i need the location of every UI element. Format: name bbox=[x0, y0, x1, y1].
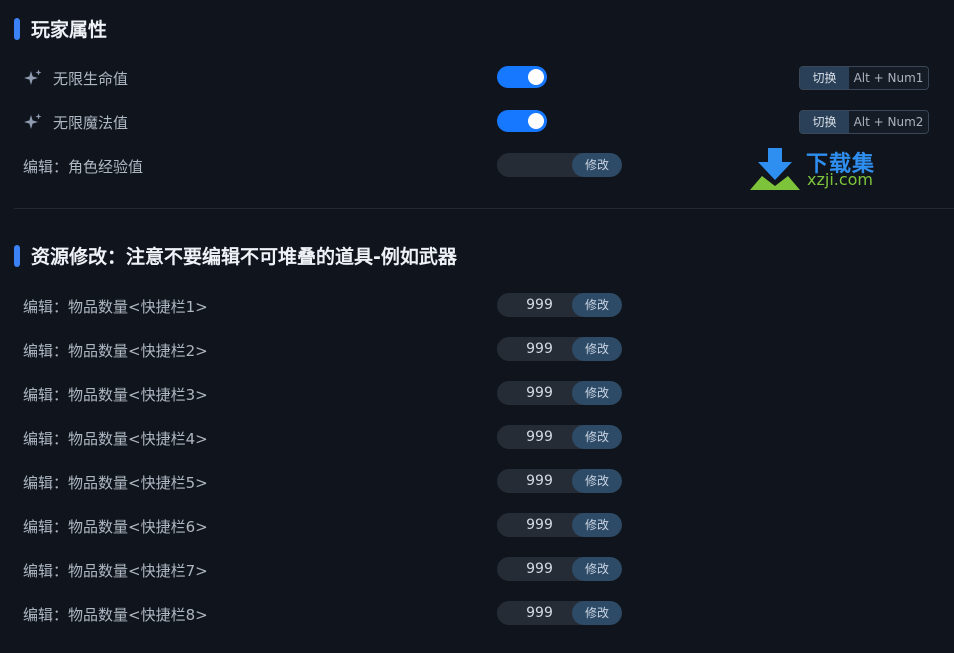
infinite-mp-toggle[interactable] bbox=[497, 110, 547, 132]
hotkey-toggle-button[interactable]: 切换 bbox=[800, 67, 849, 89]
watermark: 下载集 xzji.com bbox=[748, 146, 898, 192]
hotkey-combo: Alt + Num2 bbox=[849, 111, 928, 133]
row-hotbar-7: 编辑：物品数量<快捷栏7> 999 修改 bbox=[0, 556, 954, 584]
row-infinite-hp: 无限生命值 切换 Alt + Num1 bbox=[0, 64, 954, 92]
exp-editor: 修改 bbox=[497, 153, 622, 177]
row-infinite-mp: 无限魔法值 切换 Alt + Num2 bbox=[0, 108, 954, 136]
infinite-mp-hotkey: 切换 Alt + Num2 bbox=[799, 110, 929, 134]
hotbar-8-editor: 999 修改 bbox=[497, 601, 622, 625]
feature-label-text: 无限生命值 bbox=[53, 69, 129, 88]
hotbar-4-value-input[interactable]: 999 bbox=[497, 425, 572, 449]
hotbar-7-modify-button[interactable]: 修改 bbox=[572, 557, 622, 581]
hotbar-2-modify-button[interactable]: 修改 bbox=[572, 337, 622, 361]
hotbar-3-value-input[interactable]: 999 bbox=[497, 381, 572, 405]
row-hotbar-8: 编辑：物品数量<快捷栏8> 999 修改 bbox=[0, 600, 954, 628]
hotbar-2-value-input[interactable]: 999 bbox=[497, 337, 572, 361]
section-title-player: 玩家属性 bbox=[14, 15, 107, 42]
section-accent-bar bbox=[14, 17, 20, 40]
feature-label: 编辑：物品数量<快捷栏2> bbox=[23, 341, 208, 360]
row-hotbar-3: 编辑：物品数量<快捷栏3> 999 修改 bbox=[0, 380, 954, 408]
hotbar-3-editor: 999 修改 bbox=[497, 381, 622, 405]
hotbar-8-value-input[interactable]: 999 bbox=[497, 601, 572, 625]
hotbar-6-modify-button[interactable]: 修改 bbox=[572, 513, 622, 537]
hotbar-1-editor: 999 修改 bbox=[497, 293, 622, 317]
feature-label: 无限魔法值 bbox=[23, 108, 128, 136]
section-title-text: 资源修改：注意不要编辑不可堆叠的道具-例如武器 bbox=[31, 246, 457, 268]
download-arrow-logo-icon bbox=[750, 148, 800, 190]
hotbar-5-editor: 999 修改 bbox=[497, 469, 622, 493]
feature-label: 无限生命值 bbox=[23, 64, 128, 92]
hotbar-5-modify-button[interactable]: 修改 bbox=[572, 469, 622, 493]
hotkey-combo: Alt + Num1 bbox=[849, 67, 928, 89]
feature-label: 编辑：物品数量<快捷栏4> bbox=[23, 429, 208, 448]
hotbar-2-editor: 999 修改 bbox=[497, 337, 622, 361]
hotbar-8-modify-button[interactable]: 修改 bbox=[572, 601, 622, 625]
hotbar-6-editor: 999 修改 bbox=[497, 513, 622, 537]
hotbar-4-editor: 999 修改 bbox=[497, 425, 622, 449]
hotbar-3-modify-button[interactable]: 修改 bbox=[572, 381, 622, 405]
hotbar-5-value-input[interactable]: 999 bbox=[497, 469, 572, 493]
feature-label: 编辑：物品数量<快捷栏5> bbox=[23, 473, 208, 492]
toggle-knob bbox=[528, 69, 544, 85]
section-divider bbox=[14, 208, 954, 209]
row-hotbar-5: 编辑：物品数量<快捷栏5> 999 修改 bbox=[0, 468, 954, 496]
section-accent-bar bbox=[14, 244, 20, 267]
row-hotbar-6: 编辑：物品数量<快捷栏6> 999 修改 bbox=[0, 512, 954, 540]
hotbar-1-modify-button[interactable]: 修改 bbox=[572, 293, 622, 317]
feature-label: 编辑：物品数量<快捷栏6> bbox=[23, 517, 208, 536]
exp-value-input[interactable] bbox=[497, 153, 572, 177]
sparkle-icon bbox=[23, 68, 43, 88]
toggle-knob bbox=[528, 113, 544, 129]
row-hotbar-1: 编辑：物品数量<快捷栏1> 999 修改 bbox=[0, 292, 954, 320]
exp-modify-button[interactable]: 修改 bbox=[572, 153, 622, 177]
infinite-hp-hotkey: 切换 Alt + Num1 bbox=[799, 66, 929, 90]
hotbar-4-modify-button[interactable]: 修改 bbox=[572, 425, 622, 449]
feature-label: 编辑：物品数量<快捷栏3> bbox=[23, 385, 208, 404]
hotbar-7-editor: 999 修改 bbox=[497, 557, 622, 581]
hotkey-toggle-button[interactable]: 切换 bbox=[800, 111, 849, 133]
feature-label-text: 无限魔法值 bbox=[53, 113, 129, 132]
row-hotbar-2: 编辑：物品数量<快捷栏2> 999 修改 bbox=[0, 336, 954, 364]
feature-label: 编辑：物品数量<快捷栏1> bbox=[23, 297, 208, 316]
sparkle-icon bbox=[23, 112, 43, 132]
hotbar-6-value-input[interactable]: 999 bbox=[497, 513, 572, 537]
row-hotbar-4: 编辑：物品数量<快捷栏4> 999 修改 bbox=[0, 424, 954, 452]
hotbar-7-value-input[interactable]: 999 bbox=[497, 557, 572, 581]
hotbar-1-value-input[interactable]: 999 bbox=[497, 293, 572, 317]
feature-label: 编辑：角色经验值 bbox=[23, 157, 144, 176]
watermark-en-text: xzji.com bbox=[807, 170, 874, 189]
trainer-panel: 玩家属性 无限生命值 切换 Alt + Num1 无限魔法值 切换 Alt + … bbox=[0, 0, 954, 653]
section-title-text: 玩家属性 bbox=[31, 19, 108, 41]
feature-label: 编辑：物品数量<快捷栏7> bbox=[23, 561, 208, 580]
infinite-hp-toggle[interactable] bbox=[497, 66, 547, 88]
section-title-resources: 资源修改：注意不要编辑不可堆叠的道具-例如武器 bbox=[14, 242, 457, 269]
feature-label: 编辑：物品数量<快捷栏8> bbox=[23, 605, 208, 624]
